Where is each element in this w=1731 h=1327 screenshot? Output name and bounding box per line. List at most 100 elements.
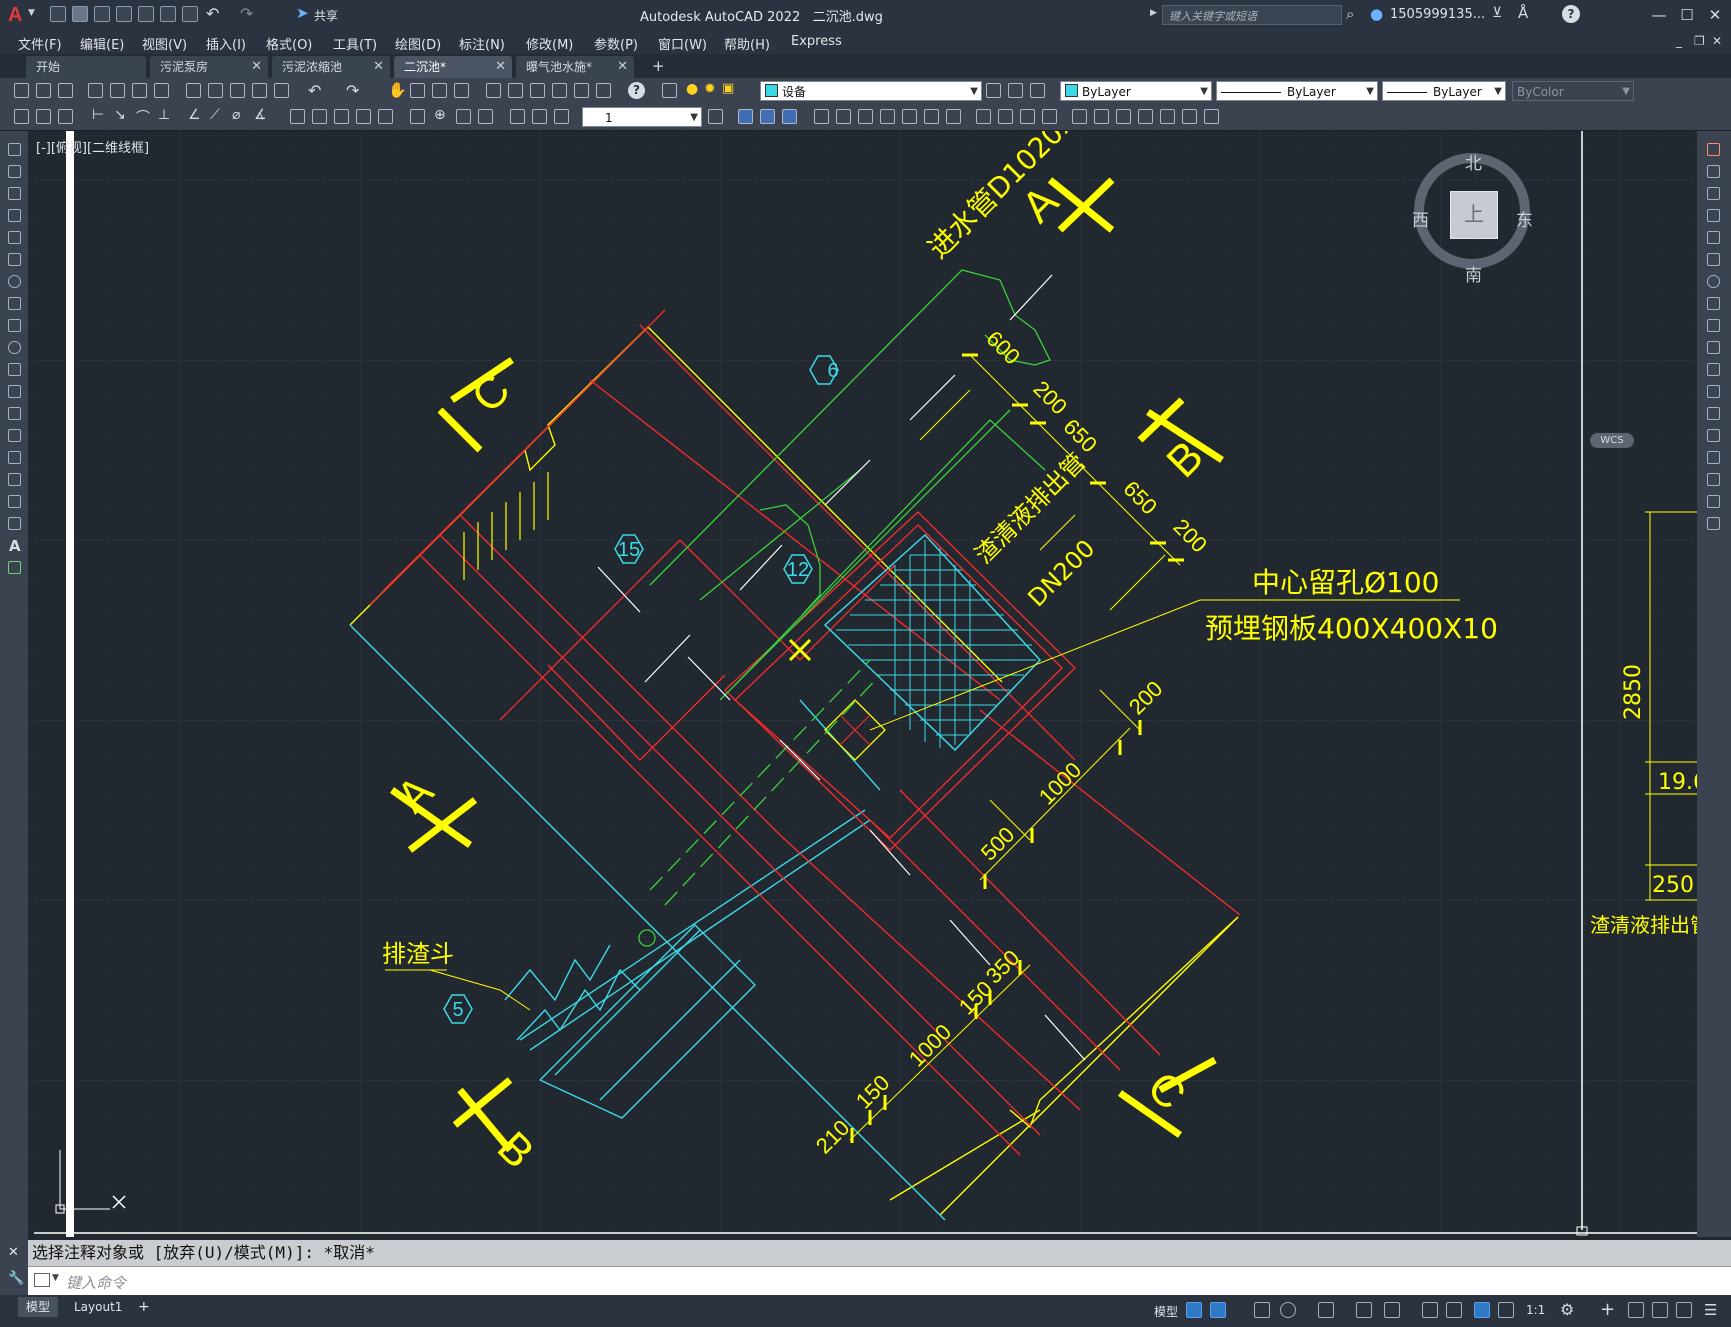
ordinate-dimension-icon[interactable]: ⊥ <box>158 107 170 123</box>
copy-icon[interactable] <box>1707 165 1720 178</box>
design-center-icon[interactable] <box>508 83 523 98</box>
polygon-icon[interactable] <box>8 209 21 222</box>
chevron-down-icon[interactable]: ▼ <box>52 1273 59 1283</box>
tab-secondary-clarifier[interactable]: 二沉池* ✕ <box>394 56 512 78</box>
dimension-text-edit-icon[interactable] <box>532 109 547 124</box>
jogged-linear-icon[interactable] <box>478 109 493 124</box>
markup-icon[interactable] <box>574 83 589 98</box>
erase-icon[interactable] <box>1707 143 1720 156</box>
region-icon[interactable] <box>8 495 21 508</box>
quick-properties-icon[interactable] <box>1652 1302 1668 1318</box>
mirror-icon[interactable] <box>902 109 917 124</box>
isometric-icon[interactable] <box>1318 1302 1334 1318</box>
linetype-dropdown[interactable]: ByLayer ▼ <box>1216 81 1378 101</box>
multiline-text-icon[interactable]: A <box>9 537 21 555</box>
redo-icon[interactable]: ↷ <box>240 4 253 23</box>
properties-icon[interactable] <box>486 83 501 98</box>
stretch-icon[interactable] <box>858 109 873 124</box>
mirror-icon[interactable] <box>1707 187 1720 200</box>
menu-format[interactable]: 格式(O) <box>266 34 312 53</box>
ellipse-icon[interactable] <box>8 341 21 354</box>
viewcube-top-face[interactable]: 上 <box>1450 191 1498 239</box>
menu-insert[interactable]: 插入(I) <box>206 34 246 53</box>
search-input[interactable]: 键入关键字或短语 <box>1162 5 1342 25</box>
save-as-icon[interactable] <box>116 6 132 22</box>
annotation-visibility-icon[interactable] <box>1474 1302 1490 1318</box>
transparency-icon[interactable] <box>1446 1302 1462 1318</box>
close-tab-icon[interactable]: ✕ <box>495 56 506 78</box>
tolerance-icon[interactable] <box>410 109 425 124</box>
lineweight-icon[interactable] <box>1422 1302 1438 1318</box>
pan-icon[interactable]: ✋ <box>388 81 407 99</box>
help-icon[interactable]: ? <box>628 82 645 99</box>
3d-print-icon[interactable] <box>154 83 169 98</box>
clip-icon[interactable] <box>1116 109 1131 124</box>
doc-close-icon[interactable]: ✕ <box>1712 34 1722 48</box>
hatch-icon[interactable] <box>8 451 21 464</box>
clean-screen-icon[interactable] <box>1676 1302 1692 1318</box>
grid-icon[interactable] <box>1186 1302 1202 1318</box>
minimize-icon[interactable]: — <box>1646 4 1672 26</box>
group-edit-icon[interactable] <box>1020 109 1035 124</box>
fillet-icon[interactable] <box>1707 473 1720 486</box>
radius-dimension-icon[interactable]: ∠ <box>188 107 201 123</box>
drawing-utilities-icon[interactable] <box>14 109 29 124</box>
table-icon[interactable] <box>8 517 21 530</box>
extend-icon[interactable] <box>1707 363 1720 376</box>
save-icon[interactable] <box>36 109 51 124</box>
insert-block-icon[interactable] <box>8 385 21 398</box>
sheet-set-icon[interactable] <box>552 83 567 98</box>
move-icon[interactable] <box>1707 253 1720 266</box>
break-icon[interactable] <box>1707 407 1720 420</box>
redo-icon[interactable]: ↷ <box>346 81 359 100</box>
gradient-icon[interactable] <box>8 473 21 486</box>
polar-tracking-icon[interactable] <box>1280 1302 1296 1318</box>
color-dropdown[interactable]: ByLayer ▼ <box>1060 81 1212 101</box>
layer-previous-icon[interactable] <box>1008 83 1023 98</box>
linear-dimension-icon[interactable]: ⊢ <box>92 107 104 123</box>
calculator-icon[interactable] <box>596 83 611 98</box>
expand-arrow-icon[interactable]: ▶ <box>1150 8 1157 18</box>
menu-dimension[interactable]: 标注(N) <box>459 34 505 53</box>
adjust-icon[interactable] <box>1138 109 1153 124</box>
share-button[interactable]: 共享 <box>314 7 338 24</box>
menu-help[interactable]: 帮助(H) <box>724 34 770 53</box>
quick-dimension-icon[interactable] <box>290 109 305 124</box>
dimension-space-icon[interactable] <box>356 109 371 124</box>
close-command-line-icon[interactable]: ✕ <box>8 1245 19 1260</box>
menu-modify[interactable]: 修改(M) <box>526 34 573 53</box>
dimension-style-icon[interactable] <box>708 109 723 124</box>
save-icon[interactable] <box>94 6 110 22</box>
model-space-button[interactable]: 模型 <box>1154 1303 1178 1320</box>
center-mark-icon[interactable]: ⊕ <box>434 107 446 123</box>
diameter-dimension-icon[interactable]: ⌀ <box>232 107 240 123</box>
menu-express[interactable]: Express <box>791 34 842 49</box>
construction-line-icon[interactable] <box>8 165 21 178</box>
menu-view[interactable]: 视图(V) <box>142 34 187 53</box>
menu-window[interactable]: 窗口(W) <box>658 34 707 53</box>
help-icon[interactable]: ? <box>1562 5 1580 23</box>
copy-icon[interactable] <box>208 83 223 98</box>
ungroup-icon[interactable] <box>998 109 1013 124</box>
menu-draw[interactable]: 绘图(D) <box>395 34 441 53</box>
tab-sludge-thickener[interactable]: 污泥浓缩池 ✕ <box>272 56 390 78</box>
dimension-update-icon[interactable] <box>554 109 569 124</box>
move-icon[interactable] <box>814 109 829 124</box>
scale-icon[interactable] <box>1707 297 1720 310</box>
break-at-point-icon[interactable] <box>1707 385 1720 398</box>
make-block-icon[interactable] <box>8 407 21 420</box>
ortho-icon[interactable] <box>1254 1302 1270 1318</box>
inspect-icon[interactable] <box>456 109 471 124</box>
zoom-realtime-icon[interactable] <box>410 83 425 98</box>
tool-palettes-icon[interactable] <box>530 83 545 98</box>
rectangle-icon[interactable] <box>8 231 21 244</box>
rotate-icon[interactable] <box>880 109 895 124</box>
block-editor-icon[interactable] <box>274 83 289 98</box>
app-menu-chevron-icon[interactable]: ▼ <box>28 8 35 18</box>
close-tab-icon[interactable]: ✕ <box>373 56 384 78</box>
viewcube-south[interactable]: 南 <box>1465 261 1482 286</box>
frames-icon[interactable] <box>1204 109 1219 124</box>
viewcube-west[interactable]: 西 <box>1412 206 1429 231</box>
viewport-controls-label[interactable]: [-][俯视][二维线框] <box>36 137 149 156</box>
object-snap-icon[interactable] <box>1384 1302 1400 1318</box>
